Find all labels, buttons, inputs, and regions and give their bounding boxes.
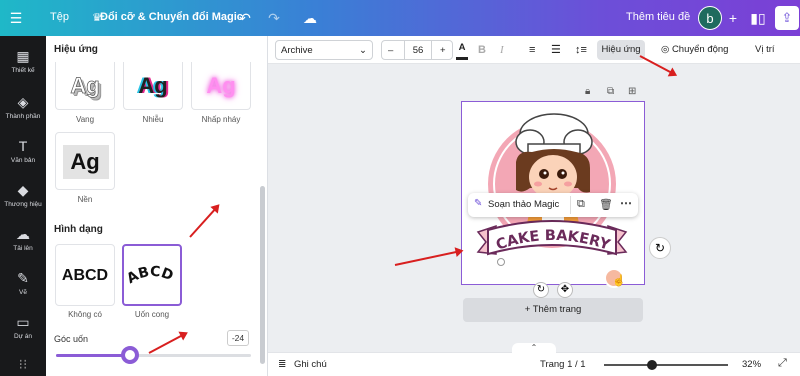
shape-tile-none[interactable]: ABCD <box>55 244 115 306</box>
effect-label-neon: Nhấp nháy <box>201 115 241 124</box>
add-collaborator-icon[interactable]: + <box>723 8 743 28</box>
align-icon[interactable]: ≡ <box>529 40 535 60</box>
zoom-slider[interactable] <box>604 360 728 370</box>
undo-icon[interactable]: ↶ <box>235 8 255 28</box>
top-bar: ☰ Tệp ♛ Đổi cỡ & Chuyển đổi Magic ↶ ↷ ☁ … <box>0 0 800 36</box>
panel-scrollbar[interactable] <box>260 186 265 364</box>
font-size-input[interactable]: 56 <box>404 41 432 59</box>
text-color-icon[interactable]: A <box>456 40 468 60</box>
effect-tile-neon[interactable]: Ag <box>191 62 251 110</box>
rail-item-projects[interactable]: ▭ Dự án <box>0 314 46 340</box>
draw-icon: ✎ <box>17 270 29 286</box>
move-icon[interactable]: ✥ <box>557 282 573 298</box>
rail-item-design[interactable]: ▦ Thiết kế <box>0 48 46 74</box>
rail-item-elements[interactable]: ◈ Thành phần <box>0 94 46 120</box>
magic-edit-button[interactable]: Soạn thảo Magic <box>488 199 559 210</box>
rail-item-brand[interactable]: ◆ Thương hiệu <box>0 182 46 208</box>
notes-button[interactable]: Ghi chú <box>294 359 327 370</box>
effect-label-glitch: Nhiễu <box>142 115 164 124</box>
effect-tile-echo[interactable]: Ag <box>55 62 115 110</box>
effect-label-background: Nền <box>77 195 93 204</box>
rail-item-draw[interactable]: ✎ Vẽ <box>0 270 46 296</box>
curve-slider[interactable] <box>56 346 251 364</box>
brand-icon: ◆ <box>17 182 29 198</box>
left-rail: ▦ Thiết kế ◈ Thành phần T Văn bản ◆ Thươ… <box>0 36 46 376</box>
chevron-down-icon: ⌄ <box>359 45 367 56</box>
add-page-button[interactable]: + Thêm trang <box>463 298 643 322</box>
curve-slider-thumb[interactable] <box>121 346 140 364</box>
shape-label-curve: Uốn cong <box>134 310 170 319</box>
avatar[interactable]: b <box>698 6 722 30</box>
rail-item-text[interactable]: T Văn bản <box>0 138 46 164</box>
effects-heading: Hiệu ứng <box>54 44 98 55</box>
chevron-up-icon[interactable]: ⌃ <box>512 343 556 353</box>
notes-icon: ≣ <box>278 359 287 370</box>
font-family-select[interactable]: Archive ⌄ <box>275 40 373 60</box>
redo-icon[interactable]: ↷ <box>264 8 284 28</box>
decrease-size-button[interactable]: – <box>388 41 393 61</box>
shapes-icon: ◈ <box>17 94 29 110</box>
curve-slider-fill <box>56 354 131 357</box>
text-toolbar: Archive ⌄ – 56 + A B I ≡ ☰ ↕≡ Hiệu ứng ◎… <box>268 36 800 64</box>
more-options-icon[interactable]: ⋯ <box>620 196 632 210</box>
refresh-icon[interactable]: ↻ <box>649 237 671 259</box>
add-page-icon[interactable]: ⊞ <box>628 86 636 97</box>
curve-label: Góc uốn <box>54 334 89 344</box>
grid-icon: ▦ <box>16 48 30 64</box>
fullscreen-icon[interactable]: ⤢ <box>778 357 787 370</box>
upload-icon: ☁ <box>16 226 30 242</box>
folder-icon: ▭ <box>16 314 30 330</box>
rotate-icon[interactable]: ↻ <box>533 282 549 298</box>
bottom-bar: ⌃ ≣ Ghi chú Trang 1 / 1 32% ⤢ <box>268 343 800 376</box>
zoom-level[interactable]: 32% <box>742 359 761 370</box>
lock-icon[interactable]: 🔒︎ <box>585 86 590 97</box>
resize-magic-menu[interactable]: Đổi cỡ & Chuyển đổi Magic <box>100 11 243 23</box>
increase-size-button[interactable]: + <box>440 41 446 61</box>
effect-label-echo: Vang <box>75 115 95 124</box>
cursor-pointer-icon: ☝ <box>612 275 626 287</box>
context-toolbar: ✎ Soạn thảo Magic ⧉ 🗑︎ ⋯ <box>468 193 638 217</box>
animate-button[interactable]: ◎ Chuyển động <box>661 40 728 60</box>
position-button[interactable]: Vị trí <box>755 40 775 60</box>
hamburger-menu-icon[interactable]: ☰ <box>6 8 26 28</box>
text-effects-panel: Hiệu ứng Ag Ag Ag Vang Nhiễu Nhấp nháy A… <box>46 36 268 376</box>
copy-icon[interactable]: ⧉ <box>577 198 585 211</box>
curve-value-input[interactable]: -24 <box>227 330 249 346</box>
add-title-button[interactable]: Thêm tiêu đề <box>626 11 690 23</box>
text-icon: T <box>18 138 28 154</box>
shape-tile-curve[interactable]: ABCD <box>122 244 182 306</box>
magic-icon: ♛ <box>92 12 102 24</box>
spacing-icon[interactable]: ↕≡ <box>575 40 587 60</box>
insights-icon[interactable]: ▮▯ <box>748 8 768 28</box>
list-icon[interactable]: ☰ <box>551 40 561 60</box>
shape-heading: Hình dạng <box>54 224 103 235</box>
share-icon[interactable]: ⇪ <box>775 6 799 30</box>
rail-item-uploads[interactable]: ☁ Tải lên <box>0 226 46 252</box>
magic-wand-icon: ✎ <box>474 198 483 209</box>
italic-icon[interactable]: I <box>500 40 504 60</box>
effect-tile-glitch[interactable]: Ag <box>123 62 183 110</box>
font-size-stepper[interactable]: – 56 + <box>381 40 453 60</box>
file-menu[interactable]: Tệp <box>50 11 69 23</box>
effect-tile-background[interactable]: Ag <box>55 132 115 190</box>
shape-label-none: Không có <box>68 310 102 319</box>
duplicate-page-icon[interactable]: ⧉ <box>607 86 614 97</box>
animate-icon: ◎ <box>661 44 670 55</box>
resize-handle[interactable] <box>497 258 505 266</box>
cloud-save-icon[interactable]: ☁ <box>300 8 320 28</box>
trash-icon[interactable]: 🗑︎ <box>599 198 613 211</box>
svg-text:ABCD: ABCD <box>124 264 175 287</box>
apps-icon[interactable]: ⁝⁝ <box>0 356 46 372</box>
bold-icon[interactable]: B <box>478 40 486 60</box>
zoom-slider-thumb[interactable] <box>647 360 658 370</box>
effects-button[interactable]: Hiệu ứng <box>597 40 645 60</box>
page-indicator[interactable]: Trang 1 / 1 <box>540 359 586 370</box>
